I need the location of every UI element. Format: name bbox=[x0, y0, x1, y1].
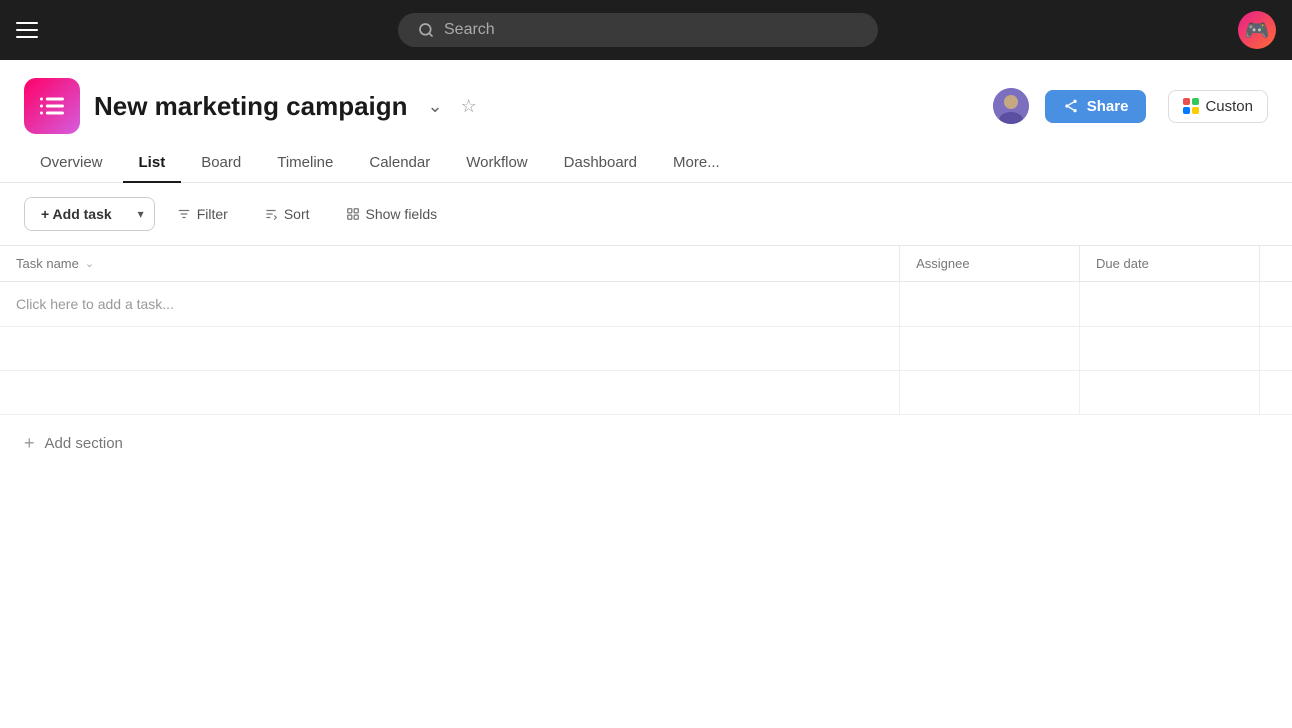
extra-cell-empty-2 bbox=[1259, 327, 1292, 371]
column-header-due-date[interactable]: Due date bbox=[1080, 246, 1260, 282]
column-header-assignee[interactable]: Assignee bbox=[900, 246, 1080, 282]
menu-button[interactable] bbox=[16, 22, 38, 38]
show-fields-icon bbox=[346, 207, 360, 221]
task-name-column-label: Task name bbox=[16, 256, 79, 271]
extra-cell-empty-3 bbox=[1259, 371, 1292, 415]
due-date-cell-empty-3 bbox=[1080, 371, 1260, 415]
filter-label: Filter bbox=[197, 206, 228, 222]
user-avatar-top[interactable]: 🎮 bbox=[1238, 11, 1276, 49]
add-task-inline-row[interactable]: Click here to add a task... bbox=[0, 282, 1292, 327]
assignee-column-label: Assignee bbox=[916, 256, 969, 271]
filter-button[interactable]: Filter bbox=[163, 198, 242, 230]
show-fields-label: Show fields bbox=[366, 206, 438, 222]
add-task-placeholder[interactable]: Click here to add a task... bbox=[0, 282, 900, 327]
tab-dashboard[interactable]: Dashboard bbox=[548, 144, 653, 183]
column-header-extra bbox=[1259, 246, 1292, 282]
title-chevron-icon[interactable]: ⌄ bbox=[428, 96, 443, 117]
assignee-cell-empty-1 bbox=[900, 282, 1080, 327]
tab-timeline[interactable]: Timeline bbox=[261, 144, 349, 183]
tab-more[interactable]: More... bbox=[657, 144, 736, 183]
sort-icon bbox=[264, 207, 278, 221]
add-task-label: + Add task bbox=[41, 206, 112, 222]
task-table: Task name ⌄ Assignee Due date Click here… bbox=[0, 245, 1292, 415]
page-header: New marketing campaign ⌄ ☆ Share Custon bbox=[0, 60, 1292, 134]
column-header-task-name[interactable]: Task name ⌄ bbox=[0, 246, 900, 282]
add-task-main-button[interactable]: + Add task bbox=[25, 198, 128, 230]
add-task-button-group[interactable]: + Add task ▾ bbox=[24, 197, 155, 231]
due-date-cell-empty-1 bbox=[1080, 282, 1260, 327]
member-avatar[interactable] bbox=[991, 86, 1031, 126]
add-task-dropdown-button[interactable]: ▾ bbox=[128, 199, 154, 229]
sort-button[interactable]: Sort bbox=[250, 198, 324, 230]
tab-calendar[interactable]: Calendar bbox=[353, 144, 446, 183]
filter-icon bbox=[177, 207, 191, 221]
top-navigation: Search 🎮 bbox=[0, 0, 1292, 60]
task-name-cell-empty-3 bbox=[0, 371, 900, 415]
table-row bbox=[0, 371, 1292, 415]
customize-button[interactable]: Custon bbox=[1168, 90, 1268, 123]
tab-bar: Overview List Board Timeline Calendar Wo… bbox=[0, 144, 1292, 183]
extra-cell-empty-1 bbox=[1259, 282, 1292, 327]
share-button[interactable]: Share bbox=[1045, 90, 1147, 123]
task-name-cell-empty-2 bbox=[0, 327, 900, 371]
add-section-plus-icon: + bbox=[24, 433, 35, 454]
show-fields-button[interactable]: Show fields bbox=[332, 198, 452, 230]
share-icon bbox=[1063, 98, 1079, 114]
tab-list[interactable]: List bbox=[123, 144, 182, 183]
search-placeholder: Search bbox=[444, 21, 495, 39]
tab-board[interactable]: Board bbox=[185, 144, 257, 183]
list-icon bbox=[38, 92, 66, 120]
table-row bbox=[0, 327, 1292, 371]
task-name-sort-icon[interactable]: ⌄ bbox=[85, 257, 94, 270]
assignee-cell-empty-2 bbox=[900, 327, 1080, 371]
customize-icon bbox=[1183, 98, 1199, 114]
assignee-cell-empty-3 bbox=[900, 371, 1080, 415]
tab-overview[interactable]: Overview bbox=[24, 144, 119, 183]
sort-label: Sort bbox=[284, 206, 310, 222]
project-icon bbox=[24, 78, 80, 134]
add-section-button[interactable]: + Add section bbox=[0, 415, 1292, 472]
tab-workflow[interactable]: Workflow bbox=[450, 144, 543, 183]
favorite-star-icon[interactable]: ☆ bbox=[461, 96, 477, 117]
search-icon bbox=[418, 22, 434, 38]
project-title: New marketing campaign bbox=[94, 91, 408, 122]
due-date-column-label: Due date bbox=[1096, 256, 1149, 271]
toolbar: + Add task ▾ Filter Sort Show fields bbox=[0, 183, 1292, 245]
search-bar[interactable]: Search bbox=[398, 13, 878, 47]
avatar-image bbox=[993, 88, 1029, 124]
due-date-cell-empty-2 bbox=[1080, 327, 1260, 371]
share-label: Share bbox=[1087, 98, 1129, 115]
customize-label: Custon bbox=[1205, 98, 1253, 115]
add-section-label: Add section bbox=[45, 435, 123, 452]
